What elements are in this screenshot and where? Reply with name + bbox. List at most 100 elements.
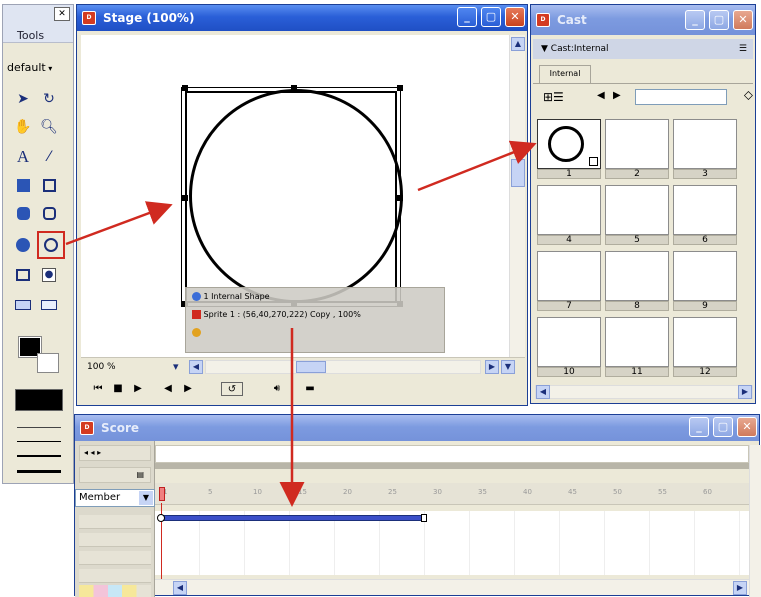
cast-member-cell[interactable] xyxy=(537,185,601,235)
minimize-button[interactable]: _ xyxy=(457,7,477,27)
line-width-2[interactable] xyxy=(17,455,61,457)
close-button[interactable]: ✕ xyxy=(737,417,757,437)
zoom-dropdown-icon[interactable]: ▾ xyxy=(173,360,179,373)
radio-tool[interactable]: ● xyxy=(39,265,59,285)
default-menu[interactable]: default ▾ xyxy=(7,61,65,79)
drag-member-icon[interactable]: ⬦ xyxy=(744,88,753,103)
effects-toggle[interactable]: ▤ xyxy=(79,467,151,483)
prev-cast-member-button[interactable]: ◀ xyxy=(597,90,605,101)
tools-titlebar[interactable]: ✕ Tools xyxy=(3,5,73,43)
channel-row[interactable] xyxy=(79,515,151,529)
hscroll-thumb[interactable] xyxy=(296,361,326,373)
cast-scroll-right[interactable]: ▶ xyxy=(738,385,752,399)
cast-member-cell[interactable] xyxy=(605,251,669,301)
filled-roundrect-tool[interactable] xyxy=(13,203,33,223)
button-tool[interactable] xyxy=(13,295,33,315)
minimize-button[interactable]: _ xyxy=(689,417,709,437)
close-button[interactable]: ✕ xyxy=(733,10,753,30)
hand-tool[interactable]: ✋ xyxy=(13,117,33,137)
next-cast-member-button[interactable]: ▶ xyxy=(613,90,621,101)
tools-close-button[interactable]: ✕ xyxy=(54,7,70,21)
background-color-chip[interactable] xyxy=(37,353,59,373)
maximize-button[interactable]: ▢ xyxy=(481,7,501,27)
expand-arrow-icon[interactable]: ▼ xyxy=(541,44,551,54)
cast-member-cell[interactable] xyxy=(673,251,737,301)
cast-view-toggle[interactable]: ⊞☰ xyxy=(543,90,564,104)
marker-channel-header[interactable]: ◂ ◂ ▸ xyxy=(79,445,151,461)
text-tool[interactable]: A xyxy=(13,147,33,167)
volume-icon[interactable]: 🔊︎ xyxy=(269,382,285,396)
display-select[interactable]: Member ▼ xyxy=(75,489,155,507)
sprite-handle-tr[interactable] xyxy=(397,85,403,91)
channel-row[interactable] xyxy=(79,569,151,583)
line-width-3[interactable] xyxy=(17,470,61,473)
marker-channel[interactable] xyxy=(155,445,749,463)
cast-member-cell[interactable] xyxy=(673,317,737,367)
arrow-tool[interactable]: ➤ xyxy=(13,89,33,109)
scroll-up-button[interactable]: ▲ xyxy=(511,37,525,51)
magnifier-tool[interactable]: 🔍︎ xyxy=(39,117,59,137)
maximize-button[interactable]: ▢ xyxy=(709,10,729,30)
playhead[interactable] xyxy=(159,487,165,501)
sprite-start-marker[interactable] xyxy=(157,514,165,522)
frame-ruler[interactable]: 1 5 10 15 20 25 30 35 40 45 50 55 60 xyxy=(155,483,749,505)
line-width-1[interactable] xyxy=(17,441,61,442)
cast-member-cell[interactable] xyxy=(605,317,669,367)
rotate-tool[interactable]: ↻ xyxy=(39,89,59,109)
loop-button[interactable]: ↺ xyxy=(221,382,243,396)
cast-scrollbar[interactable]: ◀ ▶ xyxy=(535,385,753,399)
cast-member-cell[interactable] xyxy=(673,185,737,235)
stage-titlebar[interactable]: D Stage (100%) _ ▢ ✕ xyxy=(77,5,527,31)
scroll-right-button[interactable]: ▶ xyxy=(485,360,499,374)
ellipse-tool[interactable] xyxy=(37,231,65,259)
scroll-down-button[interactable]: ▼ xyxy=(501,360,515,374)
sprite-handle-mr[interactable] xyxy=(397,195,403,201)
cast-titlebar[interactable]: D Cast _ ▢ ✕ xyxy=(531,5,755,35)
line-tool[interactable]: ⁄ xyxy=(39,147,59,167)
stop-button[interactable]: ■ xyxy=(111,382,125,396)
color-chips[interactable] xyxy=(79,585,151,597)
channel-row[interactable] xyxy=(79,551,151,565)
close-button[interactable]: ✕ xyxy=(505,7,525,27)
cast-member-cell[interactable] xyxy=(537,251,601,301)
score-hscroll[interactable]: ◀ ▶ xyxy=(155,579,749,595)
cast-member-name-field[interactable] xyxy=(635,89,727,105)
horizontal-scrollbar[interactable] xyxy=(205,360,481,374)
score-vscroll[interactable] xyxy=(749,445,761,597)
display-options-icon[interactable]: ▬ xyxy=(299,382,321,396)
cast-member-cell[interactable] xyxy=(537,119,601,169)
step-forward-button[interactable]: ▶ xyxy=(181,382,195,396)
scroll-left-button[interactable]: ◀ xyxy=(189,360,203,374)
effects-channel[interactable] xyxy=(155,463,749,469)
filled-ellipse-tool[interactable] xyxy=(13,235,33,255)
minimize-button[interactable]: _ xyxy=(685,10,705,30)
sprite-overlay[interactable]: 1 Internal Shape Sprite 1 : (56,40,270,2… xyxy=(185,287,445,353)
pattern-chip[interactable] xyxy=(15,389,63,411)
rewind-button[interactable]: ⏮ xyxy=(91,382,105,396)
sprite-handle-ml[interactable] xyxy=(182,195,188,201)
sprite-handle-tm[interactable] xyxy=(291,85,297,91)
zoom-field[interactable]: 100 % xyxy=(87,362,116,372)
cast-member-cell[interactable] xyxy=(605,119,669,169)
cast-member-cell[interactable] xyxy=(673,119,737,169)
checkbox-tool[interactable] xyxy=(39,295,59,315)
cast-tab-internal[interactable]: Internal xyxy=(539,65,591,83)
channel-row[interactable] xyxy=(79,533,151,547)
sprite-span[interactable] xyxy=(161,515,427,521)
cast-member-cell[interactable] xyxy=(537,317,601,367)
sprite-handle-tl[interactable] xyxy=(182,85,188,91)
score-scroll-right[interactable]: ▶ xyxy=(733,581,747,595)
play-button[interactable]: ▶ xyxy=(131,382,145,396)
circle-shape[interactable] xyxy=(189,89,403,303)
cast-member-cell[interactable] xyxy=(605,185,669,235)
roundrect-tool[interactable] xyxy=(39,203,59,223)
scroll-thumb[interactable] xyxy=(511,159,525,187)
rect-tool[interactable] xyxy=(39,175,59,195)
chevron-down-icon[interactable]: ▼ xyxy=(139,491,153,505)
line-width-none[interactable] xyxy=(17,427,61,428)
filled-rect-tool[interactable] xyxy=(13,175,33,195)
score-titlebar[interactable]: D Score _ ▢ ✕ xyxy=(75,415,759,441)
sprite-end-marker[interactable] xyxy=(421,514,427,522)
score-scroll-left[interactable]: ◀ xyxy=(173,581,187,595)
vertical-scrollbar[interactable]: ▲ xyxy=(509,35,525,357)
